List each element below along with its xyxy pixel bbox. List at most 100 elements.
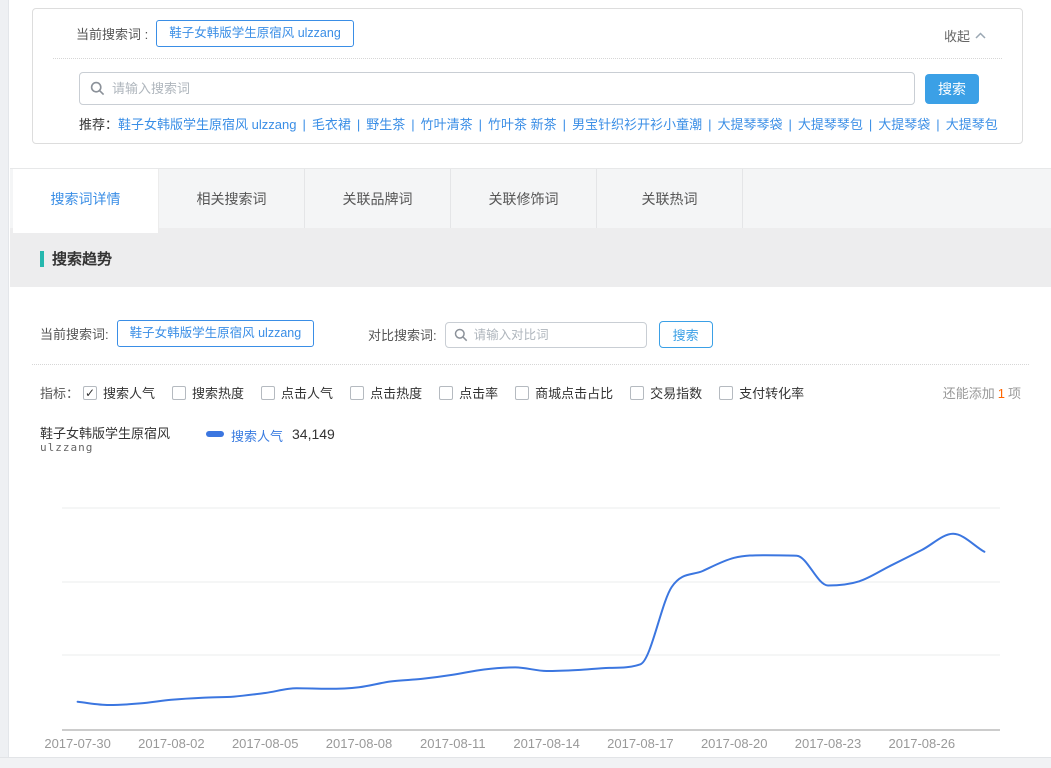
collapse-toggle[interactable]: 收起 — [944, 26, 986, 45]
legend-keyword-line1: 鞋子女韩版学生原宿风 — [40, 426, 192, 441]
x-axis-label: 2017-08-02 — [138, 736, 205, 751]
legend-series-marker — [206, 431, 224, 437]
checkbox-checked[interactable]: ✓ — [83, 386, 97, 400]
recommend-label: 推荐： — [79, 117, 118, 132]
metric-checkbox-item[interactable]: 点击率 — [439, 383, 498, 402]
legend-series-label: 搜索人气 — [231, 426, 283, 445]
checkbox-unchecked[interactable] — [439, 386, 453, 400]
trend-line-chart: 2017-07-302017-08-022017-08-052017-08-08… — [10, 470, 1051, 757]
tab-item[interactable]: 搜索词详情 — [13, 169, 159, 233]
recommend-link[interactable]: 竹叶茶 新茶 — [488, 117, 557, 132]
recommend-link[interactable]: 毛衣裙 — [312, 117, 351, 132]
checkbox-unchecked[interactable] — [515, 386, 529, 400]
search-icon — [454, 328, 468, 342]
recommend-row: 推荐：鞋子女韩版学生原宿风 ulzzang | 毛衣裙 | 野生茶 | 竹叶清茶 | 竹叶茶 新… — [79, 115, 998, 135]
checkbox-unchecked[interactable] — [350, 386, 364, 400]
compare-group: 对比搜索词: 搜索 — [368, 321, 713, 348]
current-keyword-row: 当前搜索词 : 鞋子女韩版学生原宿风 ulzzang — [76, 19, 354, 47]
separator: | — [936, 117, 939, 132]
divider — [32, 364, 1029, 365]
x-axis-label: 2017-08-26 — [889, 736, 956, 751]
collapse-label: 收起 — [944, 26, 970, 45]
x-axis-label: 2017-08-17 — [607, 736, 674, 751]
metric-checkbox-item[interactable]: ✓ 搜索人气 — [83, 383, 155, 402]
x-axis-label: 2017-08-23 — [795, 736, 862, 751]
x-axis-label: 2017-08-14 — [513, 736, 580, 751]
search-row: 搜索 — [79, 72, 979, 105]
checkbox-unchecked[interactable] — [261, 386, 275, 400]
search-icon — [90, 81, 105, 96]
add-more-hint: 还能添加1项 — [943, 383, 1021, 402]
title-accent-bar — [40, 251, 44, 267]
metric-checkbox-item[interactable]: 搜索热度 — [172, 383, 244, 402]
separator: | — [411, 117, 414, 132]
trend-line-series — [78, 534, 985, 705]
metric-checkbox-item[interactable]: 点击热度 — [350, 383, 422, 402]
recommend-link[interactable]: 竹叶清茶 — [421, 117, 473, 132]
metrics-list: ✓ 搜索人气 搜索热度点击人气 点击热度 点击率 商城点击占比交易指数 支付转化率 — [83, 383, 821, 402]
metric-label: 点击率 — [459, 383, 498, 402]
metric-label: 支付转化率 — [739, 383, 804, 402]
search-input-box — [79, 72, 915, 105]
metric-checkbox-item[interactable]: 点击人气 — [261, 383, 333, 402]
separator: | — [708, 117, 711, 132]
separator: | — [869, 117, 872, 132]
compare-input-box — [445, 322, 647, 348]
separator: | — [479, 117, 482, 132]
trend-current-label: 当前搜索词: — [40, 324, 109, 343]
metric-label: 商城点击占比 — [535, 383, 613, 402]
legend-keyword-line2: ulzzang — [40, 441, 192, 454]
search-header-panel: 当前搜索词 : 鞋子女韩版学生原宿风 ulzzang 收起 搜索 推荐：鞋子女韩… — [32, 8, 1023, 144]
metric-checkbox-item[interactable]: 交易指数 — [630, 383, 702, 402]
chevron-up-icon — [975, 32, 986, 39]
compare-input[interactable] — [474, 328, 638, 342]
tab-item[interactable]: 关联品牌词 — [305, 169, 451, 229]
checkbox-unchecked[interactable] — [719, 386, 733, 400]
recommend-link[interactable]: 男宝针织衫开衫小童潮 — [572, 117, 702, 132]
recommend-link[interactable]: 大提琴琴袋 — [717, 117, 782, 132]
x-axis-label: 2017-08-20 — [701, 736, 768, 751]
section-header-band: 搜索趋势 — [10, 228, 1051, 287]
checkbox-unchecked[interactable] — [630, 386, 644, 400]
separator: | — [788, 117, 791, 132]
search-button[interactable]: 搜索 — [925, 74, 979, 104]
recommend-link[interactable]: 鞋子女韩版学生原宿风 ulzzang — [118, 117, 296, 132]
trend-keyword-chip[interactable]: 鞋子女韩版学生原宿风 ulzzang — [117, 320, 315, 347]
checkbox-unchecked[interactable] — [172, 386, 186, 400]
tab-item[interactable]: 相关搜索词 — [159, 169, 305, 229]
recommend-links: 鞋子女韩版学生原宿风 ulzzang | 毛衣裙 | 野生茶 | 竹叶清茶 | 竹叶茶 新茶 | 男… — [118, 117, 998, 132]
metric-label: 搜索热度 — [192, 383, 244, 402]
tab-item[interactable]: 关联修饰词 — [451, 169, 597, 229]
compare-search-button[interactable]: 搜索 — [659, 321, 713, 348]
chart-legend: 鞋子女韩版学生原宿风 ulzzang 搜索人气 34,149 — [40, 426, 335, 454]
x-axis-label: 2017-08-08 — [326, 736, 393, 751]
separator: | — [357, 117, 360, 132]
metric-checkbox-item[interactable]: 商城点击占比 — [515, 383, 613, 402]
search-input[interactable] — [112, 81, 904, 96]
tab-item[interactable]: 关联热词 — [597, 169, 743, 229]
add-more-count: 1 — [995, 386, 1008, 401]
recommend-link[interactable]: 大提琴琴包 — [798, 117, 863, 132]
recommend-link[interactable]: 野生茶 — [366, 117, 405, 132]
divider — [53, 58, 1002, 59]
x-axis-label: 2017-08-11 — [420, 736, 486, 751]
metrics-row: 指标： ✓搜索人气搜索热度点击人气点击热度点击率商城点击占比交易指数支付转化率 … — [40, 383, 1021, 402]
current-keyword-label: 当前搜索词 : — [76, 24, 148, 43]
legend-series-value: 34,149 — [292, 426, 335, 442]
left-gutter — [0, 0, 9, 768]
metric-checkbox-item[interactable]: 支付转化率 — [719, 383, 804, 402]
separator: | — [563, 117, 566, 132]
metrics-label: 指标： — [40, 383, 79, 402]
compare-label: 对比搜索词: — [368, 325, 437, 344]
tab-bar: 搜索词详情相关搜索词关联品牌词关联修饰词关联热词 — [10, 168, 1051, 228]
legend-keyword: 鞋子女韩版学生原宿风 ulzzang — [40, 426, 192, 454]
metric-label: 搜索人气 — [103, 383, 155, 402]
recommend-link[interactable]: 大提琴袋 — [878, 117, 930, 132]
trend-current-keyword-row: 当前搜索词: 鞋子女韩版学生原宿风 ulzzang — [40, 320, 314, 347]
metric-label: 点击热度 — [370, 383, 422, 402]
x-axis-label: 2017-08-05 — [232, 736, 299, 751]
current-keyword-chip[interactable]: 鞋子女韩版学生原宿风 ulzzang — [156, 20, 354, 47]
bottom-gutter — [0, 757, 1051, 768]
recommend-link[interactable]: 大提琴包 — [946, 117, 998, 132]
section-title: 搜索趋势 — [52, 248, 112, 269]
